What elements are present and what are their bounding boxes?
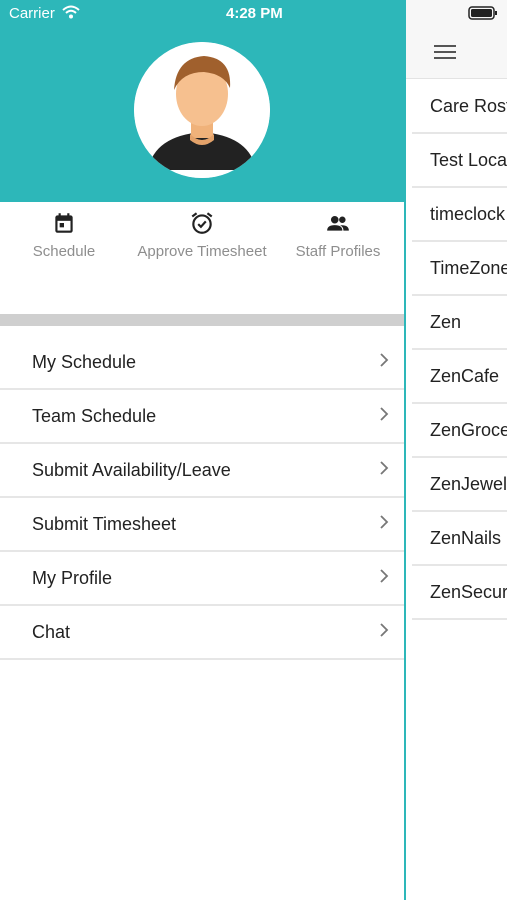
menu-item-my-profile[interactable]: My Profile bbox=[0, 552, 404, 606]
list-item[interactable]: TimeZone bbox=[412, 242, 507, 296]
list-item[interactable]: ZenGroce bbox=[412, 404, 507, 458]
menu-item-submit-availability[interactable]: Submit Availability/Leave bbox=[0, 444, 404, 498]
list-item[interactable]: timeclock bbox=[412, 188, 507, 242]
menu-item-team-schedule[interactable]: Team Schedule bbox=[0, 390, 404, 444]
hamburger-menu-icon[interactable] bbox=[434, 44, 456, 60]
menu-item-my-schedule[interactable]: My Schedule bbox=[0, 336, 404, 390]
list-item[interactable]: Zen bbox=[412, 296, 507, 350]
list-item[interactable]: Test Loca bbox=[412, 134, 507, 188]
list-item[interactable]: ZenSecur bbox=[412, 566, 507, 620]
avatar[interactable] bbox=[134, 42, 270, 178]
menu-item-label: Submit Timesheet bbox=[32, 514, 177, 534]
menu-item-submit-timesheet[interactable]: Submit Timesheet bbox=[0, 498, 404, 552]
list-item[interactable]: ZenNails bbox=[412, 512, 507, 566]
drawer-menu: My Schedule Team Schedule Submit Availab… bbox=[0, 336, 404, 660]
section-separator bbox=[0, 314, 404, 326]
alarm-clock-check-icon bbox=[191, 212, 213, 234]
menu-item-chat[interactable]: Chat bbox=[0, 606, 404, 660]
list-item[interactable]: ZenCafe bbox=[412, 350, 507, 404]
location-list: Care Rost Test Loca timeclock TimeZone Z… bbox=[412, 80, 507, 620]
navigation-drawer: Schedule Approve Timesheet Staff Profile… bbox=[0, 0, 404, 900]
menu-item-label: Submit Availability/Leave bbox=[32, 460, 231, 480]
quick-action-label: Approve Timesheet bbox=[137, 243, 267, 260]
list-item[interactable]: ZenJewel bbox=[412, 458, 507, 512]
calendar-icon bbox=[55, 213, 73, 233]
clock-time: 4:28 PM bbox=[226, 5, 283, 22]
menu-item-label: My Profile bbox=[32, 568, 113, 588]
profile-header bbox=[0, 0, 404, 202]
list-item[interactable]: Care Rost bbox=[412, 80, 507, 134]
wifi-icon bbox=[62, 5, 80, 19]
main-content-panel[interactable]: Care Rost Test Loca timeclock TimeZone Z… bbox=[406, 0, 507, 900]
chevron-right-icon bbox=[380, 623, 389, 637]
user-avatar-icon bbox=[134, 42, 270, 178]
chevron-right-icon bbox=[380, 407, 389, 421]
carrier-label: Carrier bbox=[9, 5, 55, 22]
menu-item-label: Chat bbox=[32, 622, 71, 642]
chevron-right-icon bbox=[380, 515, 389, 529]
quick-action-label: Schedule bbox=[32, 243, 96, 260]
status-bar: Carrier 4:28 PM bbox=[0, 0, 507, 28]
people-icon bbox=[327, 215, 349, 231]
quick-action-label: Staff Profiles bbox=[295, 243, 381, 260]
menu-item-label: Team Schedule bbox=[32, 406, 157, 426]
quick-action-schedule[interactable]: Schedule bbox=[0, 210, 134, 261]
quick-action-staff-profiles[interactable]: Staff Profiles bbox=[268, 210, 408, 261]
quick-action-approve-timesheet[interactable]: Approve Timesheet bbox=[132, 210, 272, 261]
chevron-right-icon bbox=[380, 461, 389, 475]
chevron-right-icon bbox=[380, 353, 389, 367]
menu-item-label: My Schedule bbox=[32, 352, 137, 372]
chevron-right-icon bbox=[380, 569, 389, 583]
